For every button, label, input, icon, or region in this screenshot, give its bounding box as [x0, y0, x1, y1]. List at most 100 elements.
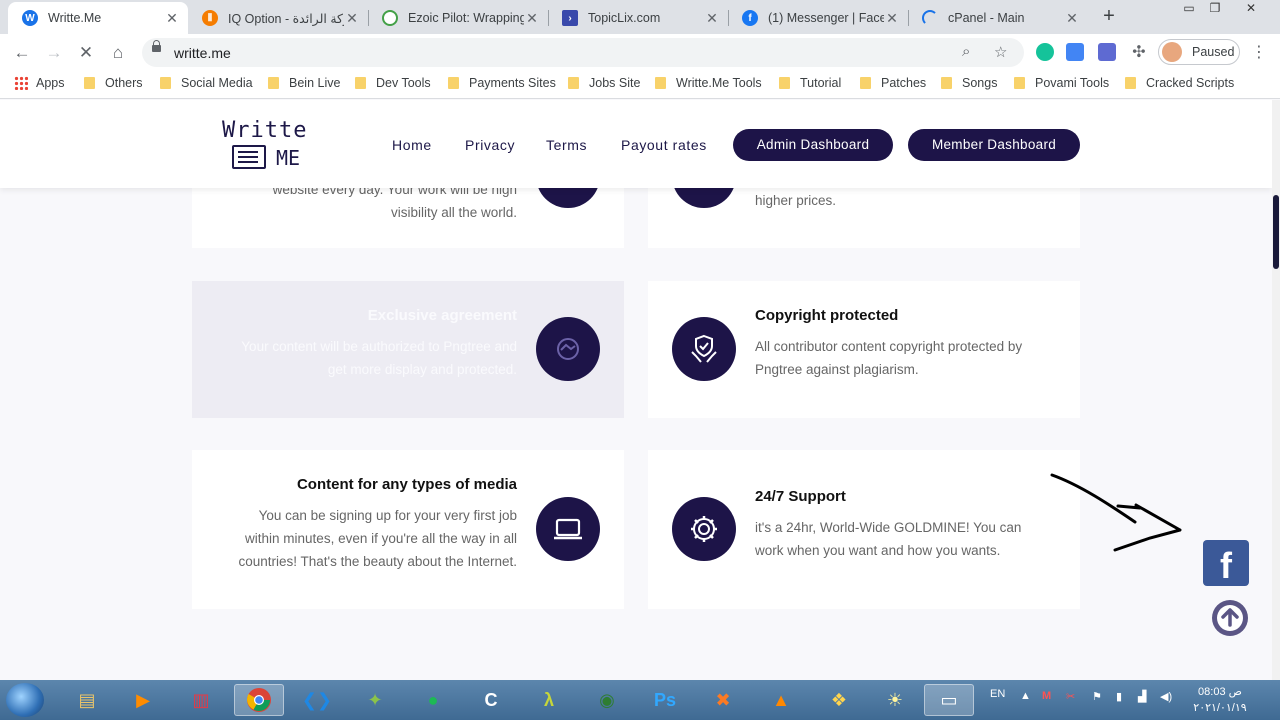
extension-icon[interactable] — [1098, 43, 1116, 61]
bookmark-label: Payments Sites — [469, 76, 556, 90]
translate-extension-icon[interactable] — [1066, 43, 1084, 61]
extensions-puzzle-icon[interactable]: ✣ — [1126, 40, 1152, 66]
writte-favicon-icon: W — [22, 10, 38, 26]
language-indicator[interactable]: EN — [990, 688, 1005, 700]
media-player-icon[interactable]: ▶ — [118, 684, 168, 716]
bookmark-folder[interactable]: Dev Tools — [355, 76, 431, 90]
chrome-icon[interactable] — [234, 684, 284, 716]
tab-messenger[interactable]: f (1) Messenger | Faceb ✕ — [728, 2, 908, 34]
tab-close-icon[interactable]: ✕ — [344, 10, 360, 27]
xampp-icon[interactable]: ✖ — [698, 684, 748, 716]
facebook-share-button[interactable]: f — [1203, 540, 1249, 586]
nav-terms[interactable]: Terms — [546, 137, 587, 153]
app-icon[interactable]: ✦ — [350, 684, 400, 716]
tab-close-icon[interactable]: ✕ — [164, 10, 180, 27]
download-manager-icon[interactable]: ◉ — [582, 684, 632, 716]
minimize-button[interactable]: ▭ — [1176, 0, 1202, 18]
bookmark-folder[interactable]: Others — [84, 76, 143, 90]
signal-icon[interactable]: ▟ — [1138, 690, 1146, 703]
folder-icon — [568, 77, 579, 89]
app-icon[interactable]: ❖ — [814, 684, 864, 716]
bookmark-folder[interactable]: Cracked Scripts — [1125, 76, 1234, 90]
apps-grid-icon — [14, 76, 28, 90]
bookmark-folder[interactable]: Songs — [941, 76, 997, 90]
site-logo[interactable]: Writte ME — [222, 118, 314, 174]
bookmark-apps[interactable]: Apps — [14, 76, 65, 90]
bookmark-folder[interactable]: Povami Tools — [1014, 76, 1109, 90]
restore-button[interactable]: ❐ — [1202, 0, 1228, 18]
tab-close-icon[interactable]: ✕ — [524, 10, 540, 27]
admin-dashboard-button[interactable]: Admin Dashboard — [733, 129, 893, 161]
profile-button[interactable]: Paused — [1158, 39, 1240, 65]
bookmark-folder[interactable]: Payments Sites — [448, 76, 556, 90]
stop-loading-button[interactable]: ✕ — [73, 40, 99, 66]
page-scrollbar[interactable] — [1272, 100, 1280, 680]
forward-button[interactable]: → — [41, 40, 67, 66]
close-window-button[interactable]: ✕ — [1238, 0, 1264, 18]
bookmark-folder[interactable]: Patches — [860, 76, 926, 90]
bookmark-label: Bein Live — [289, 76, 341, 90]
folder-icon — [655, 77, 666, 89]
spotify-icon[interactable]: ● — [408, 684, 458, 716]
tab-title: IQ Option - الشركة الرائدة — [228, 11, 344, 26]
tab-title: Writte.Me — [48, 11, 102, 25]
taskbar-clock[interactable]: 08:03 ص ٢٠٢١/٠١/١٩ — [1192, 684, 1248, 716]
network-icon[interactable]: ⚑ — [1092, 690, 1102, 703]
app-icon[interactable]: C — [466, 684, 516, 716]
bookmark-folder[interactable]: Writte.Me Tools — [655, 76, 762, 90]
tray-app-icon[interactable]: ✂ — [1066, 690, 1075, 703]
battery-icon[interactable]: ▮ — [1116, 690, 1122, 703]
tab-close-icon[interactable]: ✕ — [704, 10, 720, 27]
start-button[interactable] — [6, 683, 44, 717]
lambda-icon[interactable]: λ — [524, 684, 574, 716]
new-tab-button[interactable]: + — [1098, 6, 1120, 28]
app-window-icon[interactable]: ▭ — [924, 684, 974, 716]
brightness-icon[interactable]: ☀ — [870, 684, 920, 716]
volume-icon[interactable]: ◀) — [1160, 690, 1172, 703]
nav-privacy[interactable]: Privacy — [465, 137, 515, 153]
nav-home[interactable]: Home — [392, 137, 432, 153]
menu-kebab-icon[interactable]: ⋮ — [1246, 40, 1272, 66]
clock-time: 08:03 ص — [1198, 686, 1242, 698]
tab-topiclix[interactable]: › TopicLix.com ✕ — [548, 2, 728, 34]
iqoption-favicon-icon: ⫴ — [202, 10, 218, 26]
card-text-line: countries! That's the beauty about the I… — [238, 554, 517, 569]
bookmark-label: Cracked Scripts — [1146, 76, 1235, 90]
tab-cpanel[interactable]: cPanel - Main ✕ — [908, 2, 1088, 34]
tray-app-icon[interactable]: M — [1042, 690, 1051, 702]
bookmark-folder[interactable]: Bein Live — [268, 76, 340, 90]
url-text[interactable]: writte.me — [174, 45, 231, 61]
address-bar[interactable]: writte.me ⌕ ☆ — [142, 38, 1024, 67]
zoom-search-icon[interactable]: ⌕ — [962, 43, 970, 60]
tab-close-icon[interactable]: ✕ — [1064, 10, 1080, 27]
bookmark-folder[interactable]: Social Media — [160, 76, 253, 90]
bookmark-folder[interactable]: Tutorial — [779, 76, 841, 90]
photoshop-icon[interactable]: Ps — [640, 684, 690, 716]
tab-close-icon[interactable]: ✕ — [884, 10, 900, 27]
back-button[interactable]: ← — [9, 40, 35, 66]
bookmark-star-icon[interactable]: ☆ — [994, 43, 1007, 61]
tab-iqoption[interactable]: ⫴ IQ Option - الشركة الرائدة ✕ — [188, 2, 368, 34]
home-button[interactable]: ⌂ — [105, 40, 131, 66]
card-text: You can be signing up for your very firs… — [202, 504, 517, 573]
file-explorer-icon[interactable]: ▤ — [62, 684, 112, 716]
grammarly-extension-icon[interactable] — [1036, 43, 1054, 61]
tab-writte[interactable]: W Writte.Me ✕ — [8, 2, 188, 34]
nav-payout-rates[interactable]: Payout rates — [621, 137, 707, 153]
card-title: Copyright protected — [755, 307, 899, 324]
vlc-icon[interactable]: ▲ — [756, 684, 806, 716]
member-dashboard-button[interactable]: Member Dashboard — [908, 129, 1080, 161]
ezoic-favicon-icon — [382, 10, 398, 26]
clock-date: ٢٠٢١/٠١/١٩ — [1193, 702, 1247, 714]
avatar — [1162, 42, 1182, 62]
gear-icon — [672, 497, 736, 561]
bookmark-label: Writte.Me Tools — [676, 76, 762, 90]
tab-ezoic[interactable]: Ezoic Pilot: Wrapping ✕ — [368, 2, 548, 34]
scrollbar-thumb[interactable] — [1273, 195, 1279, 269]
vscode-icon[interactable]: ❮❯ — [292, 684, 342, 716]
scroll-to-top-button[interactable] — [1212, 600, 1248, 636]
winrar-icon[interactable]: ▥ — [176, 684, 226, 716]
lock-icon[interactable] — [152, 40, 161, 52]
show-hidden-icons-icon[interactable]: ▲ — [1020, 690, 1031, 702]
bookmark-folder[interactable]: Jobs Site — [568, 76, 640, 90]
